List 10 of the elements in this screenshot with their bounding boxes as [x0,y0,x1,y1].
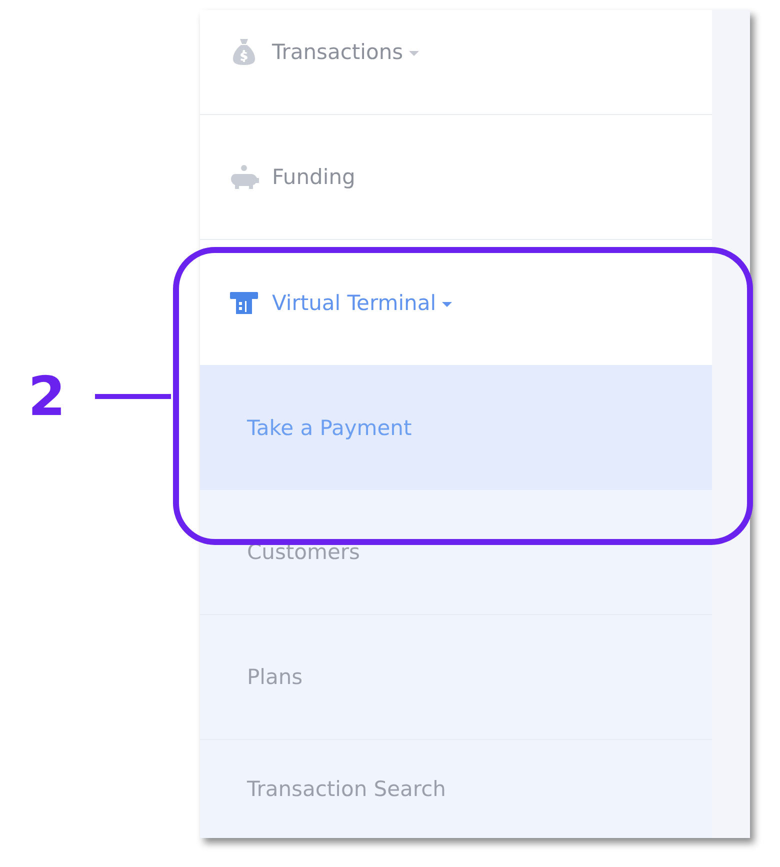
submenu-item[interactable]: Transaction Search [200,740,712,838]
sidebar-item[interactable]: Funding [200,115,712,240]
step-number: 2 [28,366,66,428]
sidebar-item[interactable]: Virtual Terminal [200,240,712,365]
submenu-item[interactable]: Customers [200,490,712,615]
sidebar-item[interactable]: Transactions [200,10,712,115]
submenu-item[interactable]: Take a Payment [200,365,712,490]
submenu-item[interactable]: Plans [200,615,712,740]
piggy-bank-icon [228,164,260,190]
terminal-icon [228,290,260,314]
